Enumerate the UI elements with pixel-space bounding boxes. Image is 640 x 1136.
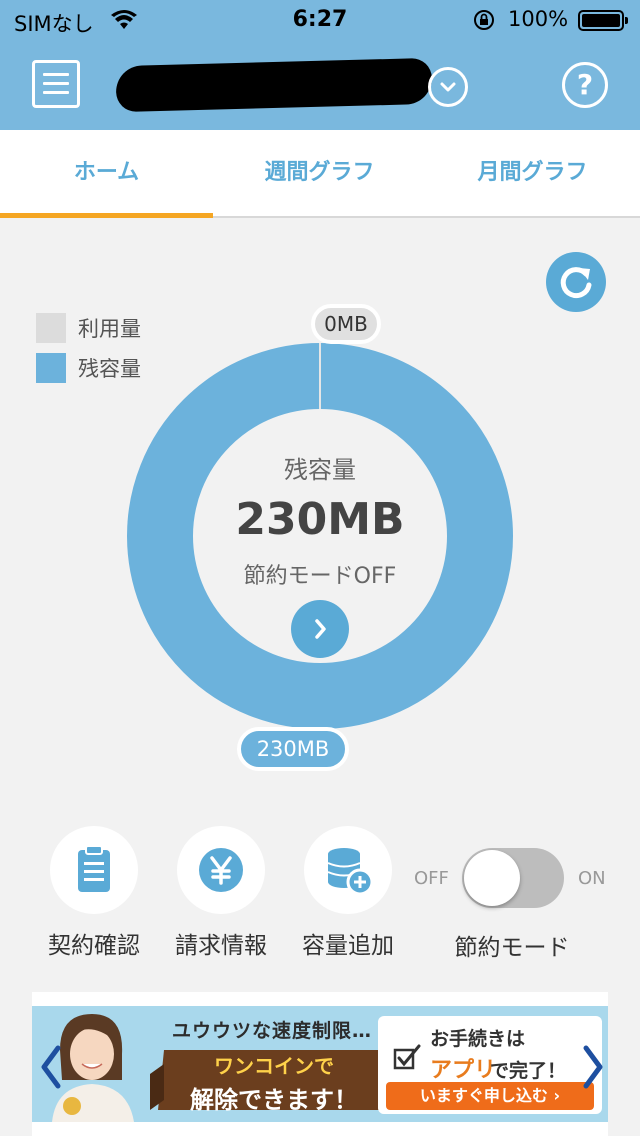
remaining-title: 残容量 <box>284 456 356 484</box>
clipboard-icon-circle <box>50 826 138 914</box>
banner-next-icon[interactable] <box>578 1042 608 1092</box>
banner-info-box: お手続きは アプリ で完了！ いますぐ申し込む › <box>378 1016 602 1114</box>
toggle-knob <box>464 850 520 906</box>
contract-check-button[interactable]: 契約確認 <box>39 826 149 960</box>
yen-icon-circle <box>177 826 265 914</box>
used-amount-label: 0MB <box>311 304 381 344</box>
remaining-amount-label: 230MB <box>237 727 349 771</box>
saving-mode-status: 節約モードOFF <box>243 564 397 589</box>
chevron-right-icon <box>315 619 326 639</box>
banner-done-text: で完了！ <box>490 1060 567 1082</box>
banner-headline: ユウウツな速度制限… <box>172 1020 373 1042</box>
detail-button[interactable] <box>291 600 349 658</box>
banner-procedure-text: お手続きは <box>430 1028 526 1050</box>
clipboard-icon <box>78 845 110 892</box>
toggle-on-label: ON <box>578 868 606 889</box>
usage-donut-chart <box>127 343 513 729</box>
remaining-value: 230MB <box>235 494 405 545</box>
apply-now-button[interactable]: いますぐ申し込む › <box>386 1082 594 1110</box>
yen-icon <box>199 848 243 892</box>
banner-prev-icon[interactable] <box>36 1042 66 1092</box>
banner-ribbon-line2: 解除できます！ <box>190 1086 358 1114</box>
billing-info-label: 請求情報 <box>175 933 267 959</box>
saving-mode-label: 節約モード <box>454 935 570 961</box>
database-add-icon <box>327 848 374 896</box>
saving-mode-toggle[interactable] <box>462 848 564 908</box>
banner-app-word: アプリ <box>430 1058 497 1083</box>
database-icon-circle <box>304 826 392 914</box>
toggle-off-label: OFF <box>414 868 449 889</box>
checkbox-icon <box>393 1044 421 1070</box>
add-capacity-button[interactable]: 容量追加 <box>293 826 403 960</box>
add-capacity-label: 容量追加 <box>302 933 394 959</box>
billing-info-button[interactable]: 請求情報 <box>166 826 276 960</box>
contract-check-label: 契約確認 <box>48 933 140 959</box>
promo-banner[interactable]: ユウウツな速度制限… ワンコインで 解除できます！ お手続きは アプリ で完了！… <box>32 1006 608 1122</box>
banner-ribbon-line1: ワンコインで <box>214 1054 334 1078</box>
